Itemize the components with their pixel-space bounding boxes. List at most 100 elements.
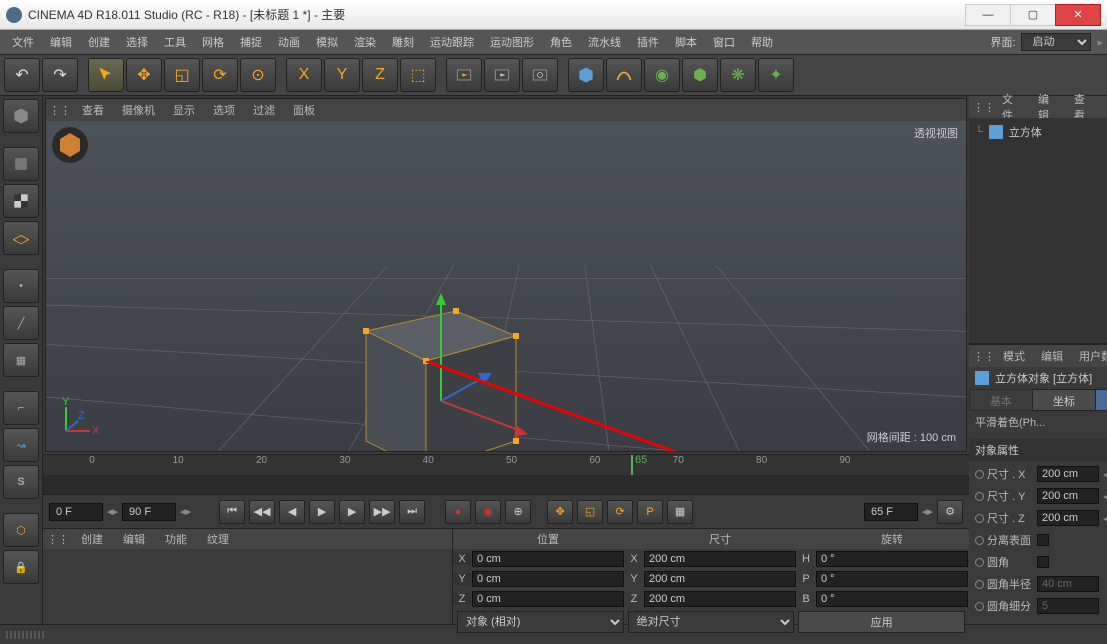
snap-toggle[interactable]: S (3, 465, 39, 499)
add-cube[interactable] (568, 58, 604, 92)
add-environment[interactable]: ❋ (720, 58, 756, 92)
menu-sculpt[interactable]: 雕刻 (384, 30, 422, 54)
add-deformer[interactable]: ⬢ (682, 58, 718, 92)
axis-y-lock[interactable]: Y (324, 58, 360, 92)
prev-key[interactable]: ◀◀ (249, 500, 275, 524)
axis-z-lock[interactable]: Z (362, 58, 398, 92)
axis-mode[interactable]: ⌐ (3, 391, 39, 425)
coord-abs[interactable]: 绝对尺寸 (628, 611, 795, 633)
vp-display[interactable]: 显示 (165, 100, 203, 120)
menu-select[interactable]: 选择 (118, 30, 156, 54)
object-row-cube[interactable]: └ 立方体 ⋮ (973, 122, 1107, 142)
rot-p[interactable] (816, 571, 968, 587)
menu-edit[interactable]: 编辑 (42, 30, 80, 54)
edge-mode[interactable]: ╱ (3, 306, 39, 340)
frame-end[interactable] (122, 503, 176, 521)
frame-start[interactable] (49, 503, 103, 521)
attr-edit[interactable]: 编辑 (1033, 346, 1071, 366)
menu-tools[interactable]: 工具 (156, 30, 194, 54)
tab-basic[interactable]: 基本 (969, 389, 1033, 411)
tab-object[interactable]: 对象 (1095, 389, 1107, 411)
rot-h[interactable] (816, 551, 968, 567)
next-key[interactable]: ▶▶ (369, 500, 395, 524)
undo-button[interactable]: ↶ (4, 58, 40, 92)
phong-row[interactable]: 平滑着色(Ph... (969, 411, 1107, 433)
record-key[interactable]: ● (445, 500, 471, 524)
menu-animate[interactable]: 动画 (270, 30, 308, 54)
obj-grip-icon[interactable]: ⋮⋮ (973, 101, 995, 114)
mat-function[interactable]: 功能 (157, 529, 195, 549)
vp-panel[interactable]: 面板 (285, 100, 323, 120)
key-param[interactable]: P (637, 500, 663, 524)
timeline-ruler[interactable]: 0 10 20 30 40 50 60 70 80 90 65 (43, 455, 969, 475)
goto-start[interactable]: ⏮ (219, 500, 245, 524)
move-tool[interactable]: ✥ (126, 58, 162, 92)
vp-camera[interactable]: 摄像机 (114, 100, 163, 120)
menu-file[interactable]: 文件 (4, 30, 42, 54)
menu-help[interactable]: 帮助 (743, 30, 781, 54)
attr-grip-icon[interactable]: ⋮⋮ (973, 350, 995, 363)
maximize-button[interactable]: ▢ (1010, 4, 1056, 26)
prev-frame[interactable]: ◀ (279, 500, 305, 524)
render-settings[interactable] (522, 58, 558, 92)
coord-apply[interactable]: 应用 (798, 611, 965, 633)
goto-end[interactable]: ⏭ (399, 500, 425, 524)
pos-x[interactable] (472, 551, 624, 567)
mat-texture[interactable]: 纹理 (199, 529, 237, 549)
key-rot[interactable]: ⟳ (607, 500, 633, 524)
tl-opt[interactable]: ⚙ (937, 500, 963, 524)
size-x[interactable] (644, 551, 796, 567)
layout-select[interactable]: 启动 (1021, 33, 1091, 51)
fillet-check[interactable] (1037, 556, 1049, 568)
add-spline[interactable] (606, 58, 642, 92)
viewport-grip-icon[interactable]: ⋮⋮ (52, 102, 68, 118)
workplane-mode[interactable] (3, 221, 39, 255)
vp-options[interactable]: 选项 (205, 100, 243, 120)
size-y-field[interactable] (1037, 488, 1099, 504)
polygon-mode[interactable]: ▦ (3, 343, 39, 377)
menu-motiontracker[interactable]: 运动跟踪 (422, 30, 482, 54)
play[interactable]: ▶ (309, 500, 335, 524)
add-camera[interactable]: ✦ (758, 58, 794, 92)
size-y[interactable] (644, 571, 796, 587)
redo-button[interactable]: ↷ (42, 58, 78, 92)
frame-current[interactable] (864, 503, 918, 521)
rot-b[interactable] (816, 591, 968, 607)
pos-z[interactable] (472, 591, 624, 607)
nav-cube-icon[interactable] (50, 125, 90, 165)
rotate-tool[interactable]: ⟳ (202, 58, 238, 92)
menu-create[interactable]: 创建 (80, 30, 118, 54)
cube-object[interactable] (346, 281, 536, 451)
vp-filter[interactable]: 过滤 (245, 100, 283, 120)
render-pv[interactable] (484, 58, 520, 92)
coord-mode[interactable]: 对象 (相对) (457, 611, 624, 633)
mat-create[interactable]: 创建 (73, 529, 111, 549)
next-frame[interactable]: ▶ (339, 500, 365, 524)
mat-edit[interactable]: 编辑 (115, 529, 153, 549)
render-view[interactable] (446, 58, 482, 92)
attr-userdata[interactable]: 用户数据 (1071, 346, 1107, 366)
attr-mode[interactable]: 模式 (995, 346, 1033, 366)
size-x-field[interactable] (1037, 466, 1099, 482)
make-editable[interactable] (3, 99, 39, 133)
live-select-tool[interactable] (88, 58, 124, 92)
tab-coord[interactable]: 坐标 (1032, 389, 1096, 411)
menu-render[interactable]: 渲染 (346, 30, 384, 54)
point-mode[interactable]: • (3, 269, 39, 303)
texture-mode[interactable] (3, 184, 39, 218)
size-z[interactable] (644, 591, 796, 607)
lock-icon[interactable]: 🔒 (3, 550, 39, 584)
size-z-field[interactable] (1037, 510, 1099, 526)
menu-plugins[interactable]: 插件 (629, 30, 667, 54)
menu-window[interactable]: 窗口 (705, 30, 743, 54)
key-pos[interactable]: ✥ (547, 500, 573, 524)
coord-system[interactable]: ⬚ (400, 58, 436, 92)
menu-mograph[interactable]: 运动图形 (482, 30, 542, 54)
menu-character[interactable]: 角色 (542, 30, 580, 54)
key-scale[interactable]: ◱ (577, 500, 603, 524)
mat-grip-icon[interactable]: ⋮⋮ (47, 533, 69, 546)
playhead[interactable]: 65 (631, 455, 633, 475)
add-generator[interactable]: ◉ (644, 58, 680, 92)
recent-tool[interactable]: ⊙ (240, 58, 276, 92)
minimize-button[interactable]: — (965, 4, 1011, 26)
